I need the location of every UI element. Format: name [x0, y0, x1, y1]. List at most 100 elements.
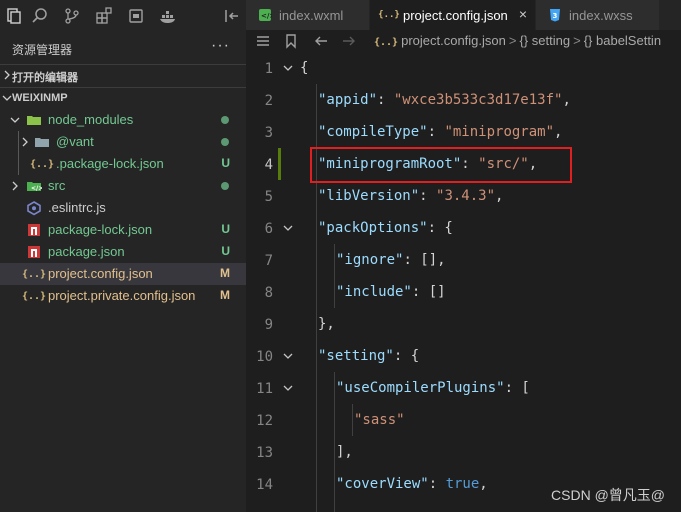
tree-item-eslintrc[interactable]: .eslintrc.js — [0, 197, 246, 219]
tree-item-hidden-package-lock[interactable]: {..} .package-lock.json U — [0, 153, 246, 175]
tab-bar: </> index.wxml {..} project.config.json … — [246, 0, 681, 30]
source-control-icon[interactable] — [60, 4, 84, 28]
eslint-icon — [26, 200, 42, 216]
highlight-box — [310, 147, 572, 183]
docker-icon[interactable] — [156, 4, 180, 28]
line-number: 14 — [256, 477, 273, 493]
code-text: "compileType": "miniprogram", — [318, 124, 563, 140]
npm-icon — [26, 244, 42, 260]
line-number: 1 — [264, 61, 273, 77]
code-text: "setting": { — [318, 348, 420, 364]
npm-icon — [26, 222, 42, 238]
tree-item-project-config[interactable]: {..} project.config.json M — [0, 263, 246, 285]
status-dot — [221, 138, 229, 146]
chevron-down-icon — [2, 95, 12, 101]
code-editor[interactable]: 1 { 2 "appid": "wxce3b533c3d17e13f", 3 "… — [246, 52, 681, 512]
tree-item-label: src — [48, 178, 66, 193]
tree-item-package-lock[interactable]: package-lock.json U — [0, 219, 246, 241]
line-number: 4 — [264, 157, 273, 173]
tree-item-label: node_modules — [48, 112, 134, 127]
tree-item-node-modules[interactable]: node_modules — [0, 109, 246, 131]
tree-item-src[interactable]: </> src — [0, 175, 246, 197]
svg-text:3: 3 — [553, 12, 558, 20]
tree-item-label: .eslintrc.js — [48, 200, 106, 215]
files-icon[interactable] — [2, 4, 26, 28]
json-icon: {..} — [21, 268, 47, 280]
code-text: }, — [318, 316, 335, 332]
line-number: 12 — [256, 413, 273, 429]
object-icon: {} — [583, 33, 593, 48]
explorer-header: 资源管理器 ··· — [0, 34, 246, 62]
status-badge: U — [221, 244, 230, 258]
tab-index-wxml[interactable]: </> index.wxml — [246, 0, 370, 30]
code-line: 13 ], — [246, 436, 681, 468]
project-section[interactable]: WEIXINMP — [0, 87, 246, 109]
code-text: "coverView": true, — [336, 476, 488, 492]
tree-item-label: project.config.json — [48, 266, 153, 281]
code-text: "sass" — [354, 412, 405, 428]
breadcrumb-file[interactable]: project.config.json — [401, 33, 506, 48]
bookmark-icon[interactable] — [283, 33, 299, 49]
line-number: 6 — [264, 221, 273, 237]
svg-text:</>: </> — [261, 12, 272, 20]
json-icon: {..} — [374, 37, 399, 48]
status-dot — [221, 116, 229, 124]
line-number: 13 — [256, 445, 273, 461]
project-label: WEIXINMP — [12, 92, 68, 104]
watermark: CSDN @曾凡玉@ — [551, 487, 665, 503]
search-icon[interactable] — [28, 4, 52, 28]
tab-label: index.wxml — [279, 8, 344, 23]
code-text: "ignore": [], — [336, 252, 446, 268]
calendar-icon[interactable] — [124, 4, 148, 28]
fold-chevron-icon[interactable] — [282, 382, 294, 394]
fold-chevron-icon[interactable] — [282, 350, 294, 362]
status-badge: U — [221, 156, 230, 170]
breadcrumb-babel[interactable]: babelSettin — [596, 33, 661, 48]
line-number: 11 — [256, 381, 273, 397]
line-number: 3 — [264, 125, 273, 141]
tree-item-package[interactable]: package.json U — [0, 241, 246, 263]
more-actions-button[interactable]: ··· — [211, 37, 230, 55]
tab-index-wxss[interactable]: 3 index.wxss — [536, 0, 660, 30]
menu-icon[interactable] — [255, 33, 271, 49]
breadcrumb: {..} project.config.json >{} setting >{} ba… — [374, 33, 661, 48]
code-line: 11 "useCompilerPlugins": [ — [246, 372, 681, 404]
code-line: 1 { — [246, 52, 681, 84]
fold-chevron-icon[interactable] — [282, 62, 294, 74]
tab-project-config[interactable]: {..} project.config.json × — [370, 0, 536, 30]
code-text: "appid": "wxce3b533c3d17e13f", — [318, 92, 571, 108]
tab-label: index.wxss — [569, 8, 633, 23]
code-line: 10 "setting": { — [246, 340, 681, 372]
chevron-right-icon — [22, 137, 28, 147]
code-line: 12 "sass" — [246, 404, 681, 436]
css-icon: 3 — [548, 8, 562, 22]
folder-icon — [34, 134, 50, 150]
code-line: 5 "libVersion": "3.4.3", — [246, 180, 681, 212]
split-icon[interactable] — [220, 4, 244, 28]
line-number: 10 — [256, 349, 273, 365]
tree-item-project-private-config[interactable]: {..} project.private.config.json M — [0, 285, 246, 307]
breadcrumb-sep: > — [508, 33, 517, 48]
back-arrow-icon[interactable] — [313, 33, 329, 49]
tree-item-vant[interactable]: @vant — [0, 131, 246, 153]
code-text: ], — [336, 444, 353, 460]
line-number: 5 — [264, 189, 273, 205]
open-editors-section[interactable]: 打开的编辑器 — [0, 64, 246, 86]
line-number: 9 — [264, 317, 273, 333]
tree-item-label: @vant — [56, 134, 94, 149]
chevron-down-icon — [10, 117, 20, 123]
close-icon[interactable]: × — [519, 6, 527, 22]
line-number: 8 — [264, 285, 273, 301]
chevron-right-icon — [12, 181, 18, 191]
activity-bar — [0, 0, 246, 34]
tree-item-label: .package-lock.json — [56, 156, 164, 171]
forward-arrow-icon[interactable] — [341, 33, 357, 49]
extensions-icon[interactable] — [92, 4, 116, 28]
sidebar: 资源管理器 ··· 打开的编辑器 WEIXINMP node_modules @… — [0, 0, 246, 512]
explorer-title: 资源管理器 — [12, 43, 73, 57]
chevron-right-icon — [4, 70, 10, 80]
folder-src-icon: </> — [26, 178, 42, 194]
json-icon: {..} — [21, 290, 47, 302]
fold-chevron-icon[interactable] — [282, 222, 294, 234]
breadcrumb-setting[interactable]: setting — [532, 33, 570, 48]
